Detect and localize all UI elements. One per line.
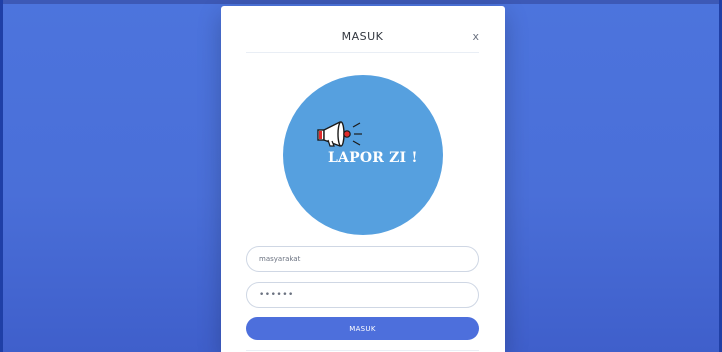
login-modal: MASUK x LAPOR ZI ! MASUK bbox=[221, 6, 505, 352]
password-field[interactable] bbox=[246, 282, 479, 308]
logo-text: LAPOR ZI ! bbox=[328, 150, 418, 166]
modal-header: MASUK x bbox=[246, 6, 479, 53]
left-edge bbox=[0, 0, 3, 352]
bottom-divider bbox=[246, 350, 479, 351]
logo: LAPOR ZI ! bbox=[283, 75, 443, 235]
login-button[interactable]: MASUK bbox=[246, 317, 479, 340]
modal-title: MASUK bbox=[341, 30, 384, 43]
username-field[interactable] bbox=[246, 246, 479, 272]
top-strip bbox=[0, 0, 722, 4]
close-button[interactable]: x bbox=[472, 30, 479, 43]
megaphone-icon bbox=[317, 121, 362, 147]
